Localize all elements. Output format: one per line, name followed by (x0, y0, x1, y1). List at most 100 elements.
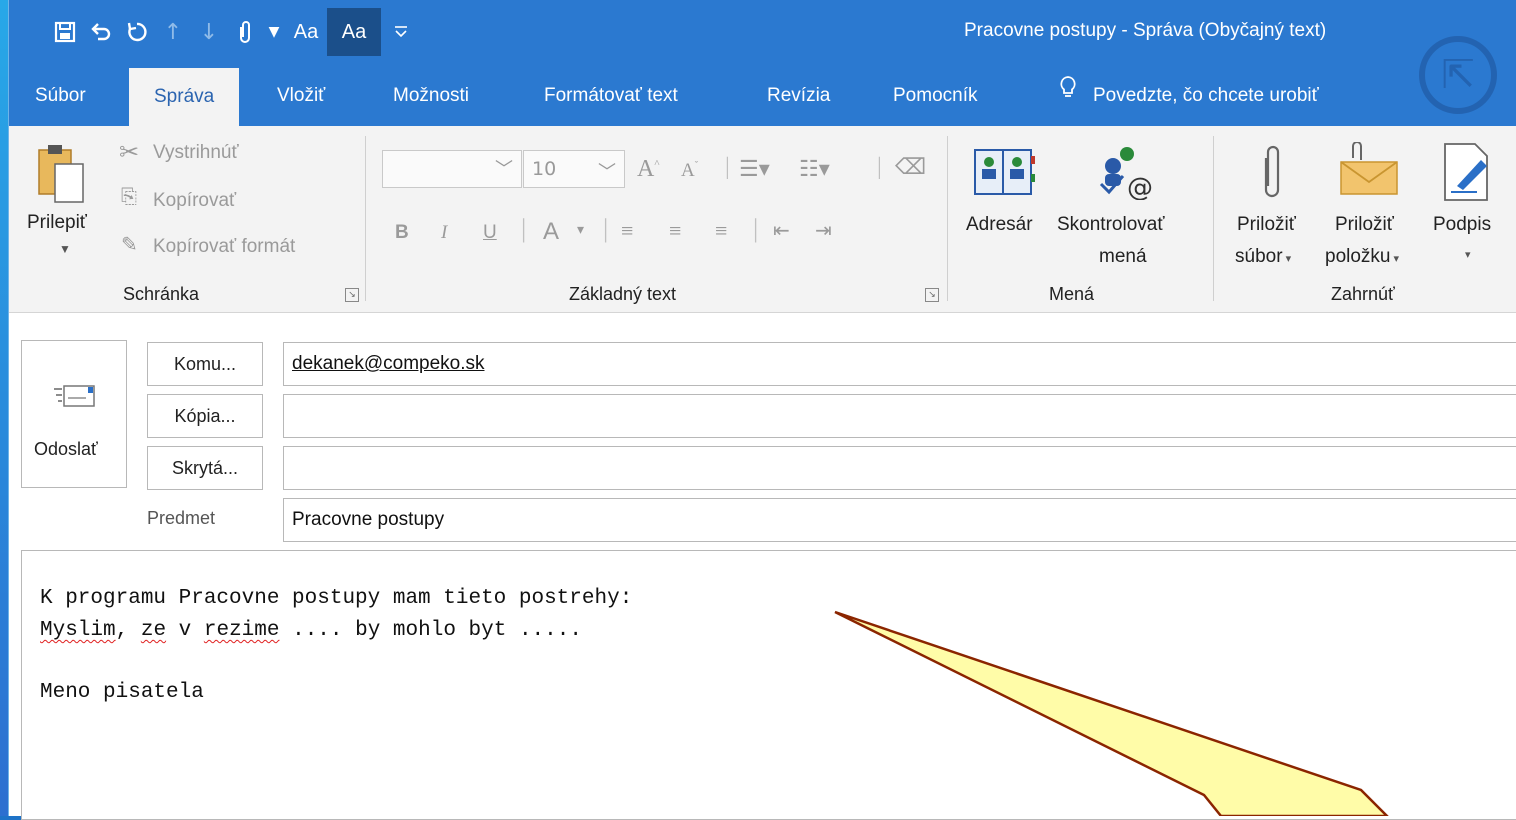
align-left-icon[interactable]: ≡ (621, 218, 633, 244)
clear-formatting-icon[interactable]: ⌫ (895, 154, 926, 180)
customize-qat-icon[interactable] (381, 14, 421, 50)
bullets-icon[interactable]: ☰▾ (739, 156, 770, 182)
address-book-button[interactable]: Adresár (963, 142, 1047, 242)
attach-item-icon (1340, 142, 1398, 195)
attach-file-button[interactable]: Priložiť súbor ▾ (1231, 142, 1317, 272)
outlook-message-window: ↑ ↓ ▼ Aa Aa Pracovne postupy - Správa (O… (8, 0, 1516, 820)
tab-options[interactable]: Možnosti (393, 66, 469, 126)
separator (365, 136, 366, 301)
to-field[interactable]: dekanek@compeko.sk (283, 342, 1516, 386)
decrease-indent-icon[interactable]: ⇤ (773, 218, 790, 243)
previous-item-icon[interactable]: ↑ (155, 14, 191, 50)
tab-format-text[interactable]: Formátovať text (544, 66, 678, 126)
window-title: Pracovne postupy - Správa (Obyčajný text… (964, 20, 1327, 41)
window-shadow (0, 0, 8, 816)
clipboard-launcher-icon[interactable]: ↘ (345, 288, 359, 302)
message-body[interactable]: K programu Pracovne postupy mam tieto po… (21, 550, 1516, 820)
tell-me-box[interactable]: Povedzte, čo chcete urobiť (1059, 66, 1319, 126)
signature-icon (1444, 143, 1488, 201)
text-style-active-button[interactable]: Aa (327, 8, 381, 56)
brush-icon: ✎ (121, 234, 138, 256)
tab-message[interactable]: Správa (129, 68, 240, 126)
increase-indent-icon[interactable]: ⇥ (815, 218, 832, 243)
bcc-field[interactable] (283, 446, 1516, 490)
bcc-button[interactable]: Skrytá... (147, 446, 263, 490)
grow-font-icon[interactable]: A^ (637, 156, 660, 183)
recipient-address[interactable]: dekanek@compeko.sk (292, 353, 485, 374)
ribbon-tabs: Súbor Správa Vložiť Možnosti Formátovať … (9, 66, 1516, 126)
cut-label: Vystrihnúť (153, 142, 239, 163)
font-size-value: 10 (532, 158, 557, 180)
body-line-4: Meno pisatela (40, 681, 204, 704)
attach-file-label-2: súbor ▾ (1235, 246, 1292, 267)
copy-icon: ⎘ (121, 186, 137, 208)
separator (1213, 136, 1214, 301)
cc-button[interactable]: Kópia... (147, 394, 263, 438)
basic-text-launcher-icon[interactable]: ↘ (925, 288, 939, 302)
tab-review[interactable]: Revízia (767, 66, 830, 126)
save-icon[interactable] (47, 14, 83, 50)
body-line-2: Myslim, ze v rezime .... by mohlo byt ..… (40, 619, 582, 642)
paste-dropdown-icon: ▼ (59, 242, 71, 256)
send-button[interactable]: Odoslať (21, 340, 127, 488)
to-button[interactable]: Komu... (147, 342, 263, 386)
font-color-button[interactable]: A (543, 218, 559, 246)
separator-bar: | (725, 154, 730, 180)
check-names-label-2: mená (1099, 246, 1147, 267)
tab-help[interactable]: Pomocník (893, 66, 977, 126)
attach-item-label-2: položku ▾ (1325, 246, 1400, 267)
separator (947, 136, 948, 301)
ribbon: Prilepiť ▼ ✂ Vystrihnúť ⎘ Kopírovať ✎ Ko… (9, 126, 1516, 313)
align-right-icon[interactable]: ≡ (715, 218, 727, 244)
paperclip-icon[interactable] (227, 14, 263, 50)
subject-field[interactable]: Pracovne postupy (283, 498, 1516, 542)
attach-file-label-1: Priložiť (1237, 214, 1296, 235)
separator-bar: | (753, 214, 759, 243)
tab-file[interactable]: Súbor (35, 66, 86, 126)
check-names-button[interactable]: @ Skontrolovať mená (1057, 142, 1197, 272)
font-size-combo[interactable]: 10 ﹀ (523, 150, 625, 188)
cursor-watermark-icon: ⇱ (1419, 36, 1497, 114)
separator-bar: | (603, 214, 609, 243)
dropdown-arrow-icon[interactable]: ▼ (263, 14, 285, 50)
check-names-icon: @ (1099, 147, 1153, 200)
body-line-1: K programu Pracovne postupy mam tieto po… (40, 587, 633, 610)
paste-icon (38, 145, 84, 203)
tab-insert[interactable]: Vložiť (277, 66, 325, 126)
separator-bar: | (877, 154, 882, 180)
scissors-icon: ✂ (119, 140, 140, 166)
attach-file-icon (1264, 145, 1280, 198)
paste-button[interactable]: Prilepiť ▼ (23, 142, 103, 272)
numbering-icon[interactable]: ☷▾ (799, 156, 830, 182)
lightbulb-icon (1059, 66, 1077, 126)
font-name-combo[interactable]: ﹀ (382, 150, 522, 188)
align-center-icon[interactable]: ≡ (669, 218, 681, 244)
italic-button[interactable]: I (441, 222, 447, 244)
signature-button[interactable]: Podpis ▾ (1429, 142, 1509, 272)
tell-me-text: Povedzte, čo chcete urobiť (1093, 85, 1319, 106)
chevron-down-icon: ﹀ (598, 162, 616, 183)
attach-item-label-1: Priložiť (1335, 214, 1394, 235)
attach-item-button[interactable]: Priložiť položku ▾ (1323, 142, 1423, 272)
group-label-names: Mená (1049, 284, 1095, 304)
redo-icon[interactable] (119, 14, 155, 50)
cc-field[interactable] (283, 394, 1516, 438)
separator-bar: | (521, 214, 527, 243)
check-names-label-1: Skontrolovať (1057, 214, 1165, 235)
format-painter-label: Kopírovať formát (153, 236, 296, 257)
quick-access-toolbar: ↑ ↓ ▼ Aa Aa (47, 8, 421, 56)
text-style-button[interactable]: Aa (285, 14, 327, 50)
copy-label: Kopírovať (153, 190, 237, 211)
underline-button[interactable]: U (483, 222, 497, 244)
chevron-down-icon: ﹀ (495, 159, 513, 180)
font-color-dropdown-icon[interactable]: ▾ (577, 222, 584, 239)
send-label: Odoslať (34, 439, 98, 459)
undo-icon[interactable] (83, 14, 119, 50)
bold-button[interactable]: B (395, 222, 409, 244)
address-book-icon (974, 149, 1035, 195)
address-book-label: Adresár (966, 214, 1033, 235)
next-item-icon[interactable]: ↓ (191, 14, 227, 50)
title-bar: ↑ ↓ ▼ Aa Aa Pracovne postupy - Správa (O… (9, 0, 1516, 66)
send-envelope-icon (54, 385, 95, 407)
shrink-font-icon[interactable]: Aˇ (681, 160, 698, 182)
